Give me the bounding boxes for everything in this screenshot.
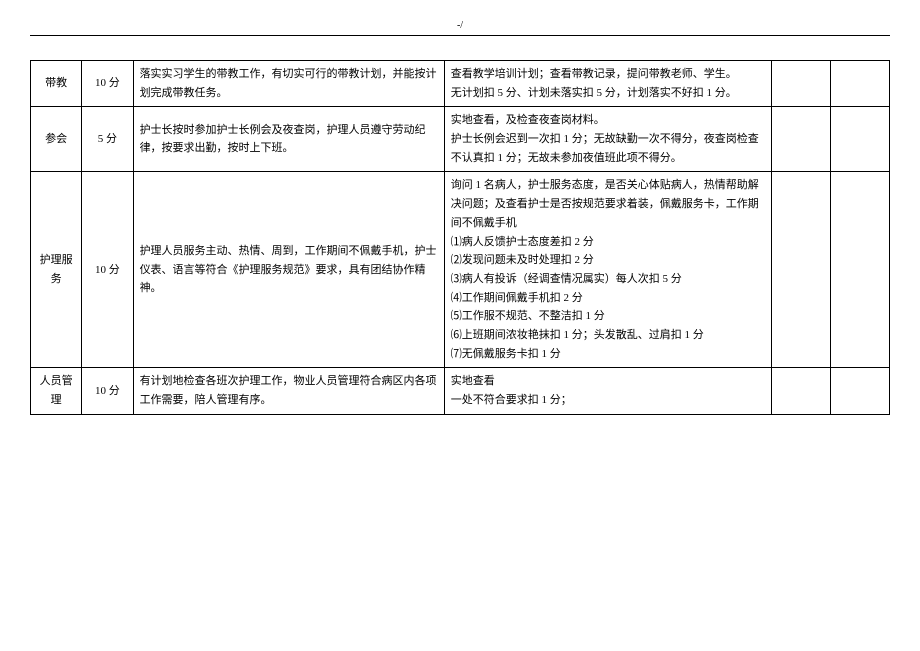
- method-cell: 实地查看一处不符合要求扣 1 分；: [444, 368, 771, 414]
- description-cell: 护理人员服务主动、热情、周到，工作期间不佩戴手机，护士仪表、语言等符合《护理服务…: [133, 172, 444, 368]
- score-cell: 10 分: [82, 61, 133, 107]
- method-cell: 实地查看，及检查夜查岗材料。护士长例会迟到一次扣 1 分；无故缺勤一次不得分，夜…: [444, 107, 771, 172]
- score-cell: 10 分: [82, 172, 133, 368]
- blank-cell: [830, 61, 889, 107]
- method-line: 无计划扣 5 分、计划未落实扣 5 分，计划落实不好扣 1 分。: [451, 84, 765, 103]
- category-cell: 人员管理: [31, 368, 82, 414]
- score-cell: 5 分: [82, 107, 133, 172]
- blank-cell: [771, 61, 830, 107]
- category-cell: 护理服务: [31, 172, 82, 368]
- method-line: ⑺无佩戴服务卡扣 1 分: [451, 345, 765, 364]
- category-cell: 参会: [31, 107, 82, 172]
- method-cell: 查看教学培训计划；查看带教记录，提问带教老师、学生。无计划扣 5 分、计划未落实…: [444, 61, 771, 107]
- method-line: ⑴病人反馈护士态度差扣 2 分: [451, 233, 765, 252]
- method-line: 询问 1 名病人，护士服务态度，是否关心体贴病人，热情帮助解决问题；及查看护士是…: [451, 176, 765, 232]
- method-line: ⑶病人有投诉（经调查情况属实）每人次扣 5 分: [451, 270, 765, 289]
- method-line: ⑷工作期间佩戴手机扣 2 分: [451, 289, 765, 308]
- blank-cell: [771, 172, 830, 368]
- blank-cell: [830, 368, 889, 414]
- table-row: 参会5 分护士长按时参加护士长例会及夜查岗，护理人员遵守劳动纪律，按要求出勤，按…: [31, 107, 890, 172]
- blank-cell: [830, 172, 889, 368]
- page-header-mark: -/: [30, 20, 890, 36]
- method-line: 查看教学培训计划；查看带教记录，提问带教老师、学生。: [451, 65, 765, 84]
- table-row: 人员管理10 分有计划地检查各班次护理工作，物业人员管理符合病区内各项工作需要，…: [31, 368, 890, 414]
- description-cell: 有计划地检查各班次护理工作，物业人员管理符合病区内各项工作需要，陪人管理有序。: [133, 368, 444, 414]
- method-line: 护士长例会迟到一次扣 1 分；无故缺勤一次不得分，夜查岗检查不认真扣 1 分；无…: [451, 130, 765, 167]
- description-cell: 护士长按时参加护士长例会及夜查岗，护理人员遵守劳动纪律，按要求出勤，按时上下班。: [133, 107, 444, 172]
- method-line: ⑸工作服不规范、不整洁扣 1 分: [451, 307, 765, 326]
- table-row: 护理服务10 分护理人员服务主动、热情、周到，工作期间不佩戴手机，护士仪表、语言…: [31, 172, 890, 368]
- score-cell: 10 分: [82, 368, 133, 414]
- method-line: ⑵发现问题未及时处理扣 2 分: [451, 251, 765, 270]
- table-row: 带教10 分落实实习学生的带教工作，有切实可行的带教计划，并能按计划完成带教任务…: [31, 61, 890, 107]
- blank-cell: [771, 368, 830, 414]
- method-line: 实地查看: [451, 372, 765, 391]
- method-line: 一处不符合要求扣 1 分；: [451, 391, 765, 410]
- blank-cell: [830, 107, 889, 172]
- method-line: ⑹上班期间浓妆艳抹扣 1 分；头发散乱、过肩扣 1 分: [451, 326, 765, 345]
- blank-cell: [771, 107, 830, 172]
- method-line: 实地查看，及检查夜查岗材料。: [451, 111, 765, 130]
- description-cell: 落实实习学生的带教工作，有切实可行的带教计划，并能按计划完成带教任务。: [133, 61, 444, 107]
- evaluation-table: 带教10 分落实实习学生的带教工作，有切实可行的带教计划，并能按计划完成带教任务…: [30, 60, 890, 415]
- method-cell: 询问 1 名病人，护士服务态度，是否关心体贴病人，热情帮助解决问题；及查看护士是…: [444, 172, 771, 368]
- category-cell: 带教: [31, 61, 82, 107]
